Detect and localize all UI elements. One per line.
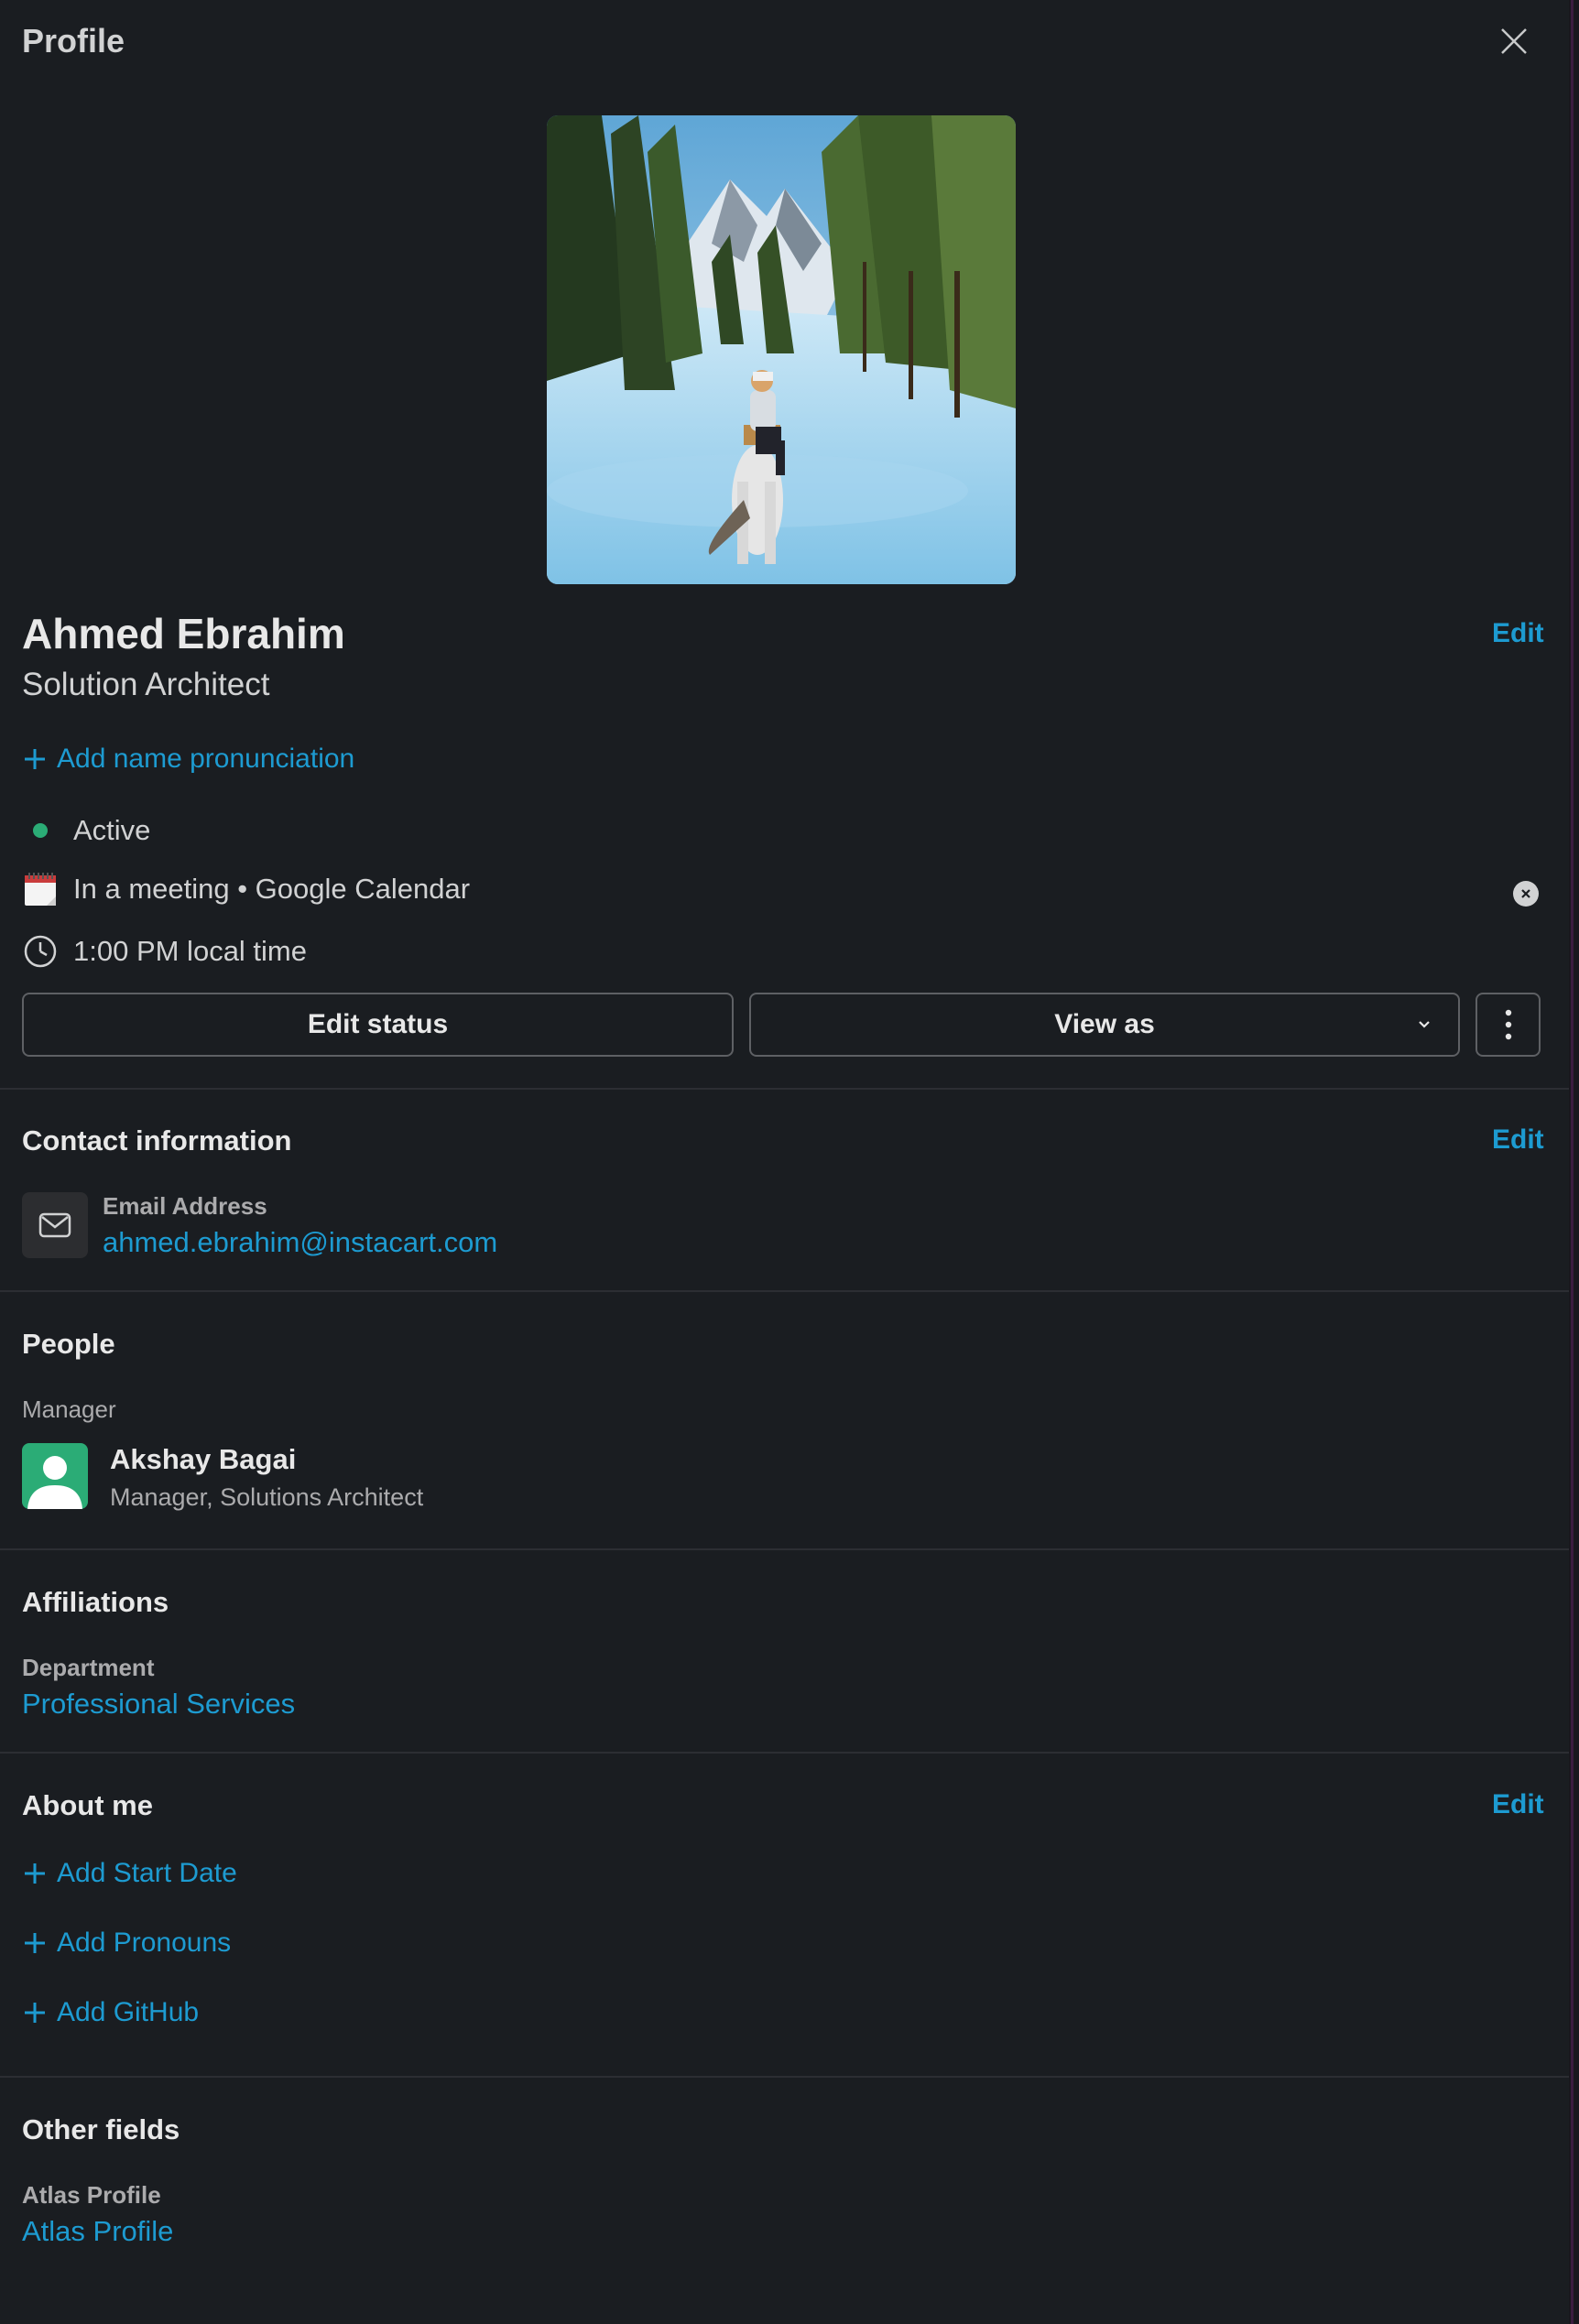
manager-avatar[interactable] xyxy=(22,1443,88,1509)
add-start-date-label: Add Start Date xyxy=(57,1858,237,1888)
active-dot-icon xyxy=(33,823,48,838)
contact-section-title: Contact information xyxy=(22,1124,292,1157)
add-github-label: Add GitHub xyxy=(57,1997,200,2027)
panel-title: Profile xyxy=(22,22,125,60)
plus-icon xyxy=(25,1863,45,1884)
department-label: Department xyxy=(22,1654,155,1681)
view-as-label: View as xyxy=(1054,1009,1155,1039)
presence-label: Active xyxy=(73,814,151,846)
edit-profile-link[interactable]: Edit xyxy=(1492,618,1544,649)
atlas-profile-label: Atlas Profile xyxy=(22,2181,161,2209)
section-divider xyxy=(0,1752,1569,1754)
close-button[interactable] xyxy=(1493,20,1535,62)
add-start-date-link[interactable]: Add Start Date xyxy=(22,1858,237,1889)
profile-photo[interactable] xyxy=(547,115,1016,584)
local-time-label: 1:00 PM local time xyxy=(73,935,307,967)
presence-indicator xyxy=(22,812,59,849)
email-label: Email Address xyxy=(103,1192,267,1220)
add-name-pronunciation-link[interactable]: Add name pronunciation xyxy=(22,744,354,775)
profile-name: Ahmed Ebrahim xyxy=(22,610,345,657)
clear-status-button[interactable] xyxy=(1513,881,1539,907)
window-edge xyxy=(1569,0,1579,2324)
people-section-title: People xyxy=(22,1328,115,1360)
edit-contact-link[interactable]: Edit xyxy=(1492,1124,1544,1156)
user-avatar-icon xyxy=(27,1456,82,1509)
other-fields-section-title: Other fields xyxy=(22,2113,180,2145)
affiliations-section-title: Affiliations xyxy=(22,1586,169,1618)
clear-status-icon xyxy=(1521,889,1530,898)
edit-status-label: Edit status xyxy=(307,1009,449,1039)
presence-row: Active xyxy=(22,812,150,849)
about-section-title: About me xyxy=(22,1789,153,1821)
section-divider xyxy=(0,2076,1569,2078)
email-icon-box xyxy=(22,1192,88,1258)
chevron-down-icon xyxy=(1419,1021,1430,1028)
more-vertical-icon xyxy=(1505,1009,1511,1040)
edit-about-link[interactable]: Edit xyxy=(1492,1789,1544,1820)
section-divider xyxy=(0,1290,1569,1292)
manager-name[interactable]: Akshay Bagai xyxy=(110,1443,296,1476)
custom-status-text: In a meeting • Google Calendar xyxy=(73,873,471,905)
add-name-pronunciation-label: Add name pronunciation xyxy=(57,744,355,774)
plus-icon xyxy=(25,1933,45,1953)
email-link[interactable]: ahmed.ebrahim@instacart.com xyxy=(103,1226,497,1259)
section-divider xyxy=(0,1548,1569,1550)
calendar-emoji-icon xyxy=(22,871,59,907)
department-link[interactable]: Professional Services xyxy=(22,1688,295,1721)
add-github-link[interactable]: Add GitHub xyxy=(22,1997,199,2028)
profile-panel: Profile Ahmed Ebrahim Edit Solution Arch… xyxy=(0,0,1569,2324)
add-pronouns-label: Add Pronouns xyxy=(57,1928,232,1958)
view-as-dropdown[interactable]: View as xyxy=(749,993,1460,1057)
atlas-profile-link[interactable]: Atlas Profile xyxy=(22,2215,173,2248)
manager-title: Manager, Solutions Architect xyxy=(110,1483,424,1511)
close-icon xyxy=(1501,28,1527,54)
envelope-icon xyxy=(38,1212,71,1238)
edit-status-button[interactable]: Edit status xyxy=(22,993,734,1057)
add-pronouns-link[interactable]: Add Pronouns xyxy=(22,1928,231,1959)
plus-icon xyxy=(25,749,45,769)
section-divider xyxy=(0,1088,1569,1090)
clock-icon xyxy=(22,933,59,970)
panel-header: Profile xyxy=(0,0,1569,84)
plus-icon xyxy=(25,2003,45,2023)
more-actions-button[interactable] xyxy=(1476,993,1541,1057)
local-time-row: 1:00 PM local time xyxy=(22,933,307,970)
job-title: Solution Architect xyxy=(22,667,270,702)
custom-status-row[interactable]: In a meeting • Google Calendar xyxy=(22,871,470,907)
manager-label: Manager xyxy=(22,1395,116,1423)
